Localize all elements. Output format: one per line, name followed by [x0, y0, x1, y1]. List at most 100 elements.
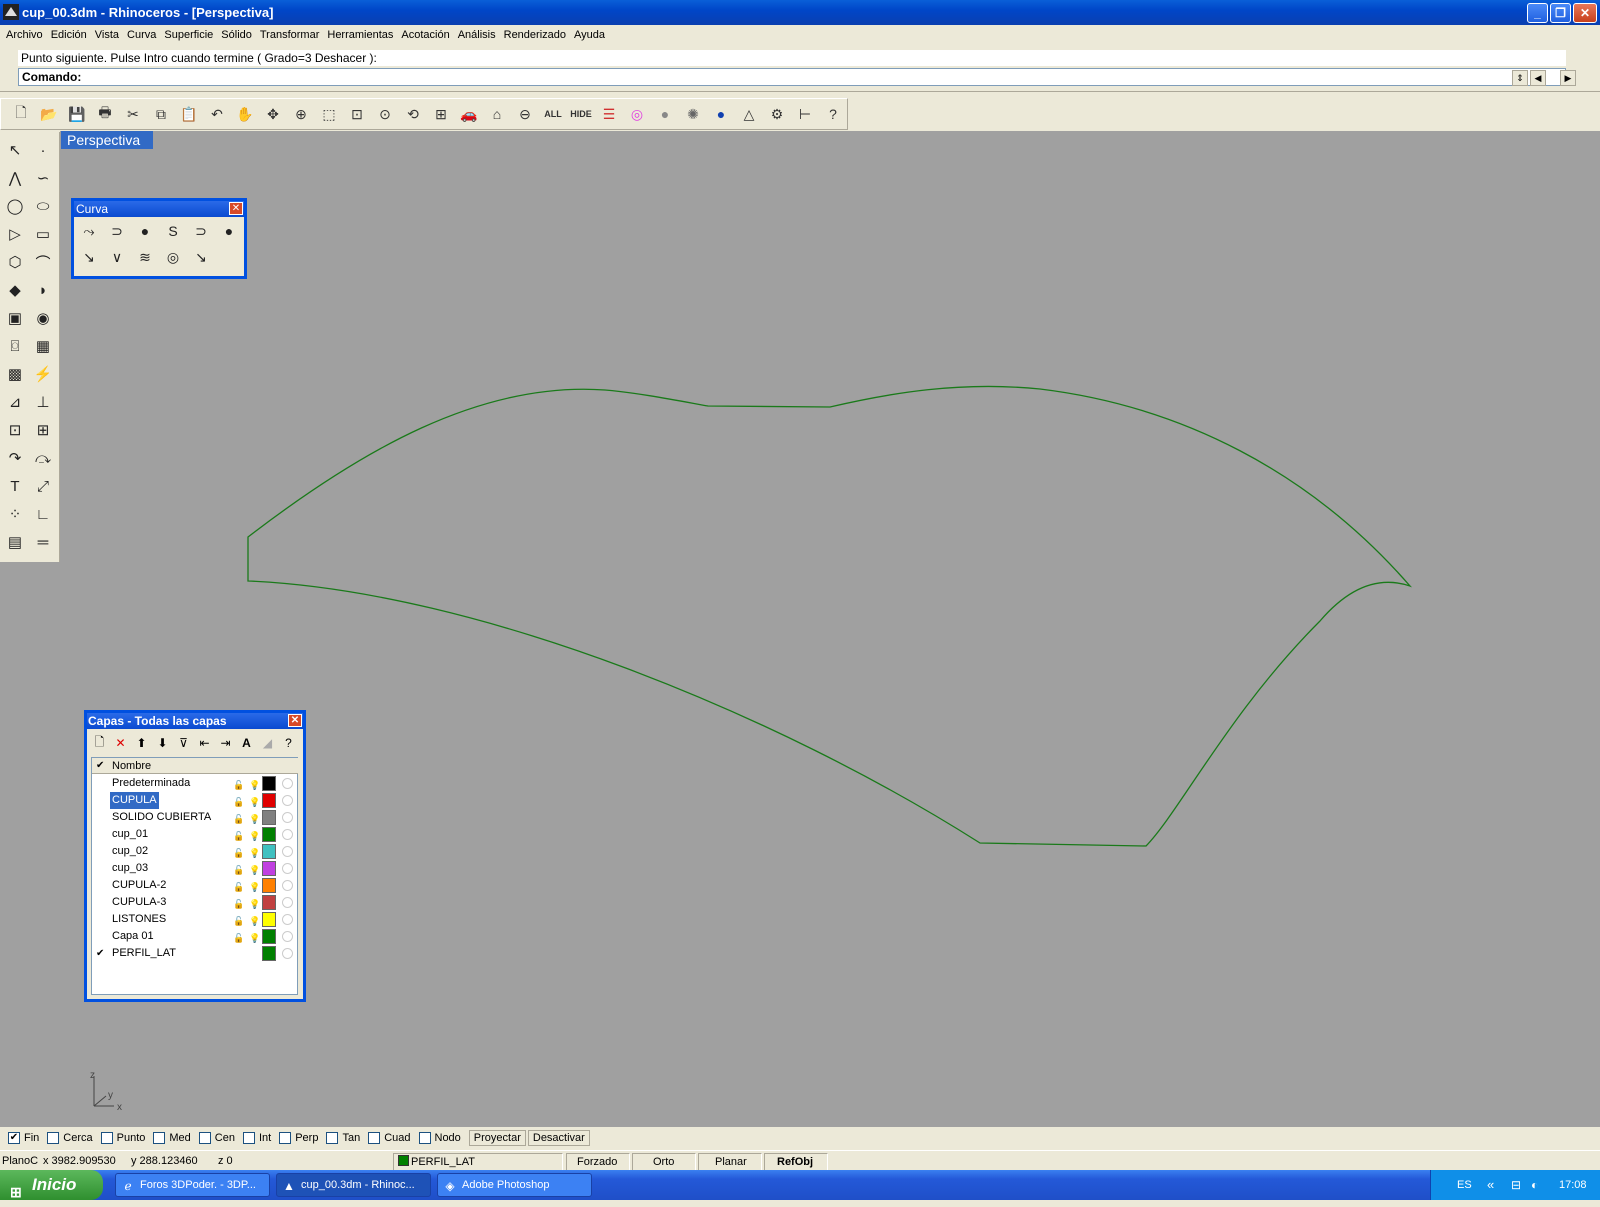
layers-panel-header[interactable]: Capas - Todas las capas ✕ — [87, 713, 303, 729]
forced-toggle[interactable]: Forzado — [566, 1153, 630, 1171]
zoom-selected-icon[interactable]: ⊙ — [373, 102, 397, 126]
rectangle-icon[interactable]: ▭ — [31, 222, 55, 246]
menu-curva[interactable]: Curva — [123, 29, 160, 41]
menu-renderizado[interactable]: Renderizado — [500, 29, 570, 41]
text-icon[interactable]: T — [3, 474, 27, 498]
project-icon[interactable]: ⚡ — [31, 362, 55, 386]
viewport-title-tab[interactable]: Perspectiva — [61, 131, 153, 149]
analyze-icon[interactable]: ═ — [31, 530, 55, 554]
layer-color-swatch[interactable] — [262, 895, 276, 910]
scale-icon[interactable]: ⤢ — [31, 474, 55, 498]
lock-icon[interactable]: 🔓 — [233, 777, 244, 790]
osnap-checkbox[interactable] — [198, 1132, 211, 1144]
layers-icon[interactable]: ☰ — [597, 102, 621, 126]
menu-ayuda[interactable]: Ayuda — [570, 29, 609, 41]
layer-name[interactable]: LISTONES — [110, 911, 168, 928]
layer-row[interactable]: CUPULA-3 🔓 💡 — [92, 894, 298, 911]
osnap-item[interactable]: Punto — [100, 1132, 145, 1144]
array-icon[interactable]: ⁘ — [3, 502, 27, 526]
offset-icon[interactable]: ⤼ — [31, 446, 55, 470]
paste-icon[interactable]: 📋 — [177, 102, 201, 126]
layer-color-swatch[interactable] — [262, 861, 276, 876]
layer-name[interactable]: cup_03 — [110, 860, 150, 877]
curve-mesh-icon[interactable]: ● — [216, 219, 242, 243]
osnap-item[interactable]: Nodo — [418, 1132, 461, 1144]
zoom-extents-icon[interactable]: ⊡ — [345, 102, 369, 126]
shaded-car-icon[interactable]: 🚗 — [457, 102, 481, 126]
osnap-item[interactable]: Cuad — [368, 1132, 411, 1144]
osnap-checkbox[interactable]: ✔ — [8, 1132, 20, 1144]
clock[interactable]: 17:08 — [1559, 1170, 1587, 1200]
layer-name[interactable]: Predeterminada — [110, 775, 192, 792]
curve-spiral-icon[interactable]: ◎ — [160, 245, 186, 269]
import-layer-icon[interactable]: ⇤ — [194, 733, 215, 753]
scroll-left-icon[interactable]: ◀ — [1530, 70, 1546, 86]
language-indicator[interactable]: ES — [1457, 1170, 1472, 1200]
lock-icon[interactable]: 🔓 — [233, 845, 244, 858]
boolean-icon[interactable]: ◉ — [31, 306, 55, 330]
curve-interp-icon[interactable]: ⊃ — [104, 219, 130, 243]
lock-icon[interactable] — [233, 947, 243, 958]
osnap-item[interactable]: ✔ Fin — [8, 1132, 39, 1144]
viewport-layout-icon[interactable]: ⊞ — [429, 102, 453, 126]
material-circle-icon[interactable] — [282, 931, 293, 942]
layer-row[interactable]: Predeterminada 🔓 💡 — [92, 775, 298, 792]
zoom-icon[interactable]: ⊕ — [289, 102, 313, 126]
layer-row[interactable]: LISTONES 🔓 💡 — [92, 911, 298, 928]
material-circle-icon[interactable] — [282, 795, 293, 806]
scroll-updown-icon[interactable]: ⇕ — [1512, 70, 1528, 86]
layer-row[interactable]: cup_02 🔓 💡 — [92, 843, 298, 860]
command-input[interactable]: Comando: — [18, 68, 1566, 86]
layer-color-swatch[interactable] — [262, 912, 276, 927]
osnap-checkbox[interactable] — [153, 1132, 166, 1144]
menu-vista[interactable]: Vista — [91, 29, 123, 41]
pan-hand-icon[interactable]: ✋ — [233, 102, 257, 126]
menu-analisis[interactable]: Análisis — [454, 29, 500, 41]
render-house-icon[interactable]: ⌂ — [485, 102, 509, 126]
render-sphere-icon[interactable]: ● — [709, 102, 733, 126]
profile-curve[interactable] — [247, 385, 1413, 847]
surface-edge-icon[interactable]: ◗ — [31, 278, 55, 302]
material-circle-icon[interactable] — [282, 846, 293, 857]
circle-icon[interactable]: ◯ — [3, 194, 27, 218]
lock-icon[interactable]: 🔓 — [233, 913, 244, 926]
task-browser[interactable]: ℯ Foros 3DPoder. - 3DP... — [115, 1173, 270, 1197]
layer-color-swatch[interactable] — [262, 946, 276, 961]
layer-name[interactable]: CUPULA — [110, 792, 159, 809]
curve-sketch-icon[interactable]: S — [160, 219, 186, 243]
menu-herramientas[interactable]: Herramientas — [323, 29, 397, 41]
lock-icon[interactable]: 🔓 — [233, 862, 244, 875]
polygon-icon[interactable]: ▷ — [3, 222, 27, 246]
layers-help-icon[interactable]: ? — [278, 733, 299, 753]
export-layer-icon[interactable]: ⇥ — [215, 733, 236, 753]
name-column-header[interactable]: Nombre — [112, 758, 151, 774]
layer-name[interactable]: Capa 01 — [110, 928, 156, 945]
osnap-checkbox[interactable] — [47, 1132, 60, 1144]
light-sphere-icon[interactable]: ✺ — [681, 102, 705, 126]
disable-button[interactable]: Desactivar — [527, 1130, 590, 1146]
menu-edicion[interactable]: Edición — [47, 29, 91, 41]
material-circle-icon[interactable] — [282, 778, 293, 789]
hexagon-icon[interactable]: ⬡ — [3, 250, 27, 274]
layer-row[interactable]: CUPULA-2 🔓 💡 — [92, 877, 298, 894]
scroll-right-icon[interactable]: ▶ — [1560, 70, 1576, 86]
spotlight-icon[interactable]: △ — [737, 102, 761, 126]
move-down-icon[interactable]: ⬇ — [152, 733, 173, 753]
lock-icon[interactable]: 🔓 — [233, 811, 244, 824]
layers-panel-close-button[interactable]: ✕ — [288, 714, 302, 727]
osnap-checkbox[interactable] — [418, 1132, 431, 1144]
trim-icon[interactable]: ⊥ — [31, 390, 55, 414]
ellipse-icon[interactable]: ⬭ — [31, 194, 55, 218]
mesh-icon[interactable]: ▦ — [31, 334, 55, 358]
new-file-icon[interactable]: 🗋 — [9, 102, 33, 126]
osnap-item[interactable]: Med — [153, 1132, 191, 1144]
material-circle-icon[interactable] — [282, 863, 293, 874]
layer-name[interactable]: cup_01 — [110, 826, 150, 843]
group-icon[interactable]: ⊡ — [3, 418, 27, 442]
menu-solido[interactable]: Sólido — [217, 29, 256, 41]
restore-button[interactable]: ❐ — [1550, 3, 1571, 23]
dimension-angle-icon[interactable]: ∟ — [31, 502, 55, 526]
cut-icon[interactable]: ✂ — [121, 102, 145, 126]
material-circle-icon[interactable] — [282, 948, 293, 959]
layer-name[interactable]: CUPULA-3 — [110, 894, 168, 911]
